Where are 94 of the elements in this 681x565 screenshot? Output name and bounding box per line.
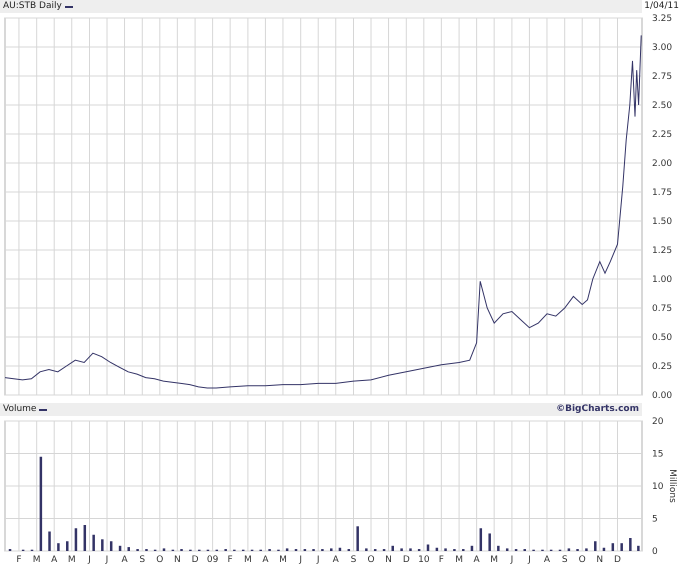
volume-bar [127, 547, 130, 551]
volume-bar [612, 543, 614, 551]
axis-label: D [402, 555, 410, 565]
volume-bar [286, 548, 288, 551]
volume-bar [506, 548, 508, 551]
axis-label: 09 [206, 555, 218, 565]
volume-bar [620, 543, 623, 551]
axis-label: D [614, 555, 621, 565]
volume-bar [74, 528, 78, 551]
axis-label: 0.25 [652, 362, 672, 372]
axis-label: 2.75 [652, 72, 672, 82]
axis-label: S [139, 555, 146, 565]
axis-title: Millions [667, 469, 677, 503]
axis-label: 1.50 [652, 217, 672, 227]
axis-label: 3.00 [652, 43, 672, 53]
axis-label: 1.25 [652, 246, 672, 256]
volume-bar [594, 541, 597, 551]
site-credit: ©BigCharts.com [556, 405, 639, 414]
axis-label: A [474, 555, 480, 565]
axis-label: 15 [652, 450, 664, 460]
volume-bar [497, 546, 500, 551]
volume-bar [470, 546, 474, 551]
axis-label: 2.00 [652, 159, 672, 169]
axis-label: F [438, 555, 444, 565]
volume-bar [92, 534, 95, 551]
axis-label: A [262, 555, 268, 565]
volume-bar [84, 525, 86, 551]
axis-label: O [578, 555, 586, 565]
axis-label: 0.75 [652, 304, 672, 314]
volume-bar [330, 548, 333, 551]
axis-label: N [385, 555, 392, 565]
volume-bar [602, 548, 606, 551]
axis-label: J [510, 555, 514, 565]
axis-label: 5 [652, 514, 658, 524]
volume-bar [391, 546, 394, 551]
axis-label: 10 [418, 555, 430, 565]
axis-label: M [455, 555, 463, 565]
axis-label: J [106, 555, 108, 565]
axis-label: M [279, 555, 287, 565]
volume-bar [568, 548, 570, 551]
axis-label: 0 [652, 547, 658, 557]
axis-label: 0.00 [652, 391, 672, 401]
axis-label: F [16, 555, 22, 565]
axis-label: S [562, 555, 568, 565]
axis-label: J [299, 555, 302, 565]
chart-title: AU:STB Daily [3, 2, 62, 11]
axis-label: S [350, 555, 356, 565]
axis-label: A [121, 555, 128, 565]
volume-bar [400, 548, 403, 551]
axis-label: 2.25 [652, 130, 672, 140]
volume-bar [409, 548, 412, 551]
axis-label: 20 [652, 417, 664, 427]
volume-bar [338, 548, 342, 551]
axis-label: F [228, 555, 233, 565]
volume-bar [57, 543, 60, 551]
volume-bar [356, 526, 359, 551]
axis-label: J [528, 555, 531, 565]
axis-label: 3.25 [652, 14, 672, 24]
axis-label: M [244, 555, 252, 565]
volume-bar [585, 548, 588, 551]
axis-label: D [192, 555, 199, 565]
chart-date: 1/04/11 [644, 2, 679, 11]
axis-label: M [68, 555, 76, 565]
axis-label: J [88, 555, 91, 565]
axis-label: A [544, 555, 550, 565]
volume-bar [436, 548, 438, 551]
volume-bar [110, 541, 112, 551]
axis-label: M [490, 555, 498, 565]
axis-label: O [156, 555, 164, 565]
volume-bar [66, 541, 69, 551]
axis-label: N [174, 555, 181, 565]
volume-bar [162, 548, 166, 551]
axis-label: O [367, 555, 375, 565]
axis-label: M [32, 555, 41, 565]
axis-label: 1.00 [652, 275, 672, 285]
volume-bar [629, 538, 632, 551]
axis-label: 2.50 [652, 101, 672, 111]
axis-label: 0.50 [652, 333, 672, 343]
axis-label: J [316, 555, 320, 565]
volume-bar [101, 539, 104, 551]
chart-title: Volume [3, 405, 36, 414]
volume-bar [488, 533, 491, 551]
axis-label: 1.75 [652, 188, 672, 198]
volume-bar [637, 546, 640, 551]
volume-bar [118, 546, 122, 551]
volume-bar [480, 528, 482, 551]
axis-label: N [596, 555, 604, 565]
volume-bar [48, 532, 51, 551]
axis-label: A [51, 555, 58, 565]
axis-label: 10 [652, 482, 664, 492]
volume-bar [426, 544, 430, 551]
axis-label: A [332, 555, 339, 565]
volume-bar [444, 548, 447, 551]
volume-bar [365, 548, 368, 551]
